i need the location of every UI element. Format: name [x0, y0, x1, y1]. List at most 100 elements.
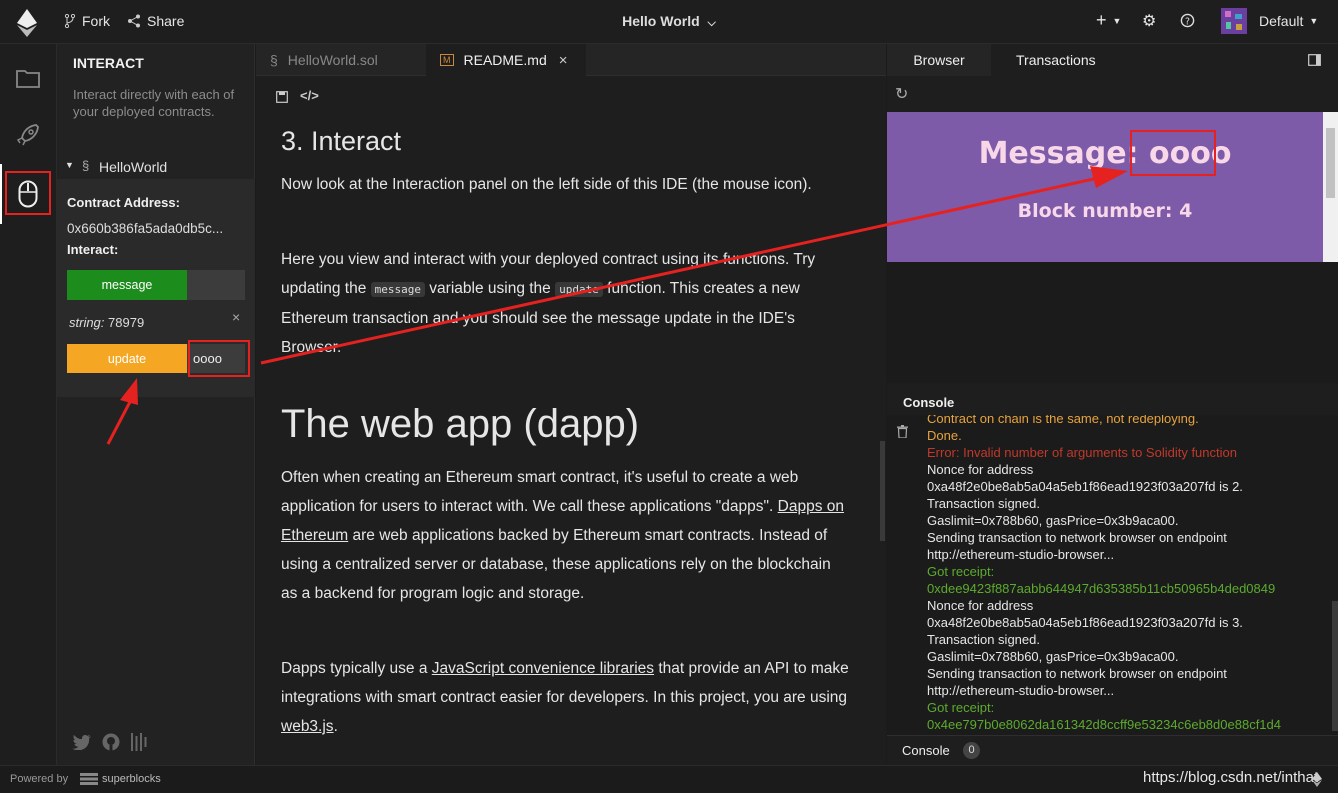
- tab-label: HelloWorld.sol: [287, 52, 378, 68]
- message-result: string: 78979: [69, 315, 144, 330]
- console-line: Contract on chain is the same, not redep…: [927, 415, 1199, 426]
- superblocks-logo-icon: [80, 773, 98, 785]
- text: .: [333, 718, 338, 735]
- help-button[interactable]: ?: [1180, 13, 1195, 28]
- console-line: Got receipt:: [927, 564, 995, 579]
- readme-preview: </> 3. Interact Now look at the Interact…: [256, 76, 886, 765]
- ethereum-status-icon: [1312, 772, 1322, 787]
- text: variable using the: [425, 280, 556, 297]
- paragraph: Here you view and interact with your dep…: [281, 245, 851, 362]
- link-web3js[interactable]: web3.js: [281, 718, 334, 735]
- console-footer: Console 0: [887, 735, 1338, 765]
- plus-icon: +: [1096, 10, 1107, 30]
- activity-bar: [0, 44, 57, 765]
- tab-transactions[interactable]: Transactions: [1016, 44, 1096, 76]
- console-count-badge: 0: [963, 742, 980, 759]
- tab-readme-md[interactable]: M README.md ×: [426, 44, 586, 76]
- link-javascript-libraries[interactable]: JavaScript convenience libraries: [432, 660, 654, 677]
- help-icon: ?: [1180, 13, 1195, 28]
- heading-web-app: The web app (dapp): [281, 402, 640, 446]
- editor-tabs: § HelloWorld.sol M README.md ×: [256, 44, 886, 76]
- scroll-thumb[interactable]: [1326, 128, 1335, 198]
- interact-panel: INTERACT Interact directly with each of …: [57, 44, 255, 765]
- browser-scrollbar[interactable]: [1323, 112, 1338, 262]
- console-line: Got receipt:: [927, 700, 995, 715]
- refresh-icon[interactable]: ↻: [895, 84, 908, 104]
- user-menu[interactable]: Default ▼: [1221, 8, 1318, 34]
- twitter-icon[interactable]: [72, 734, 91, 750]
- rocket-icon[interactable]: [16, 123, 40, 147]
- code-view-icon[interactable]: </>: [300, 88, 319, 103]
- console-title: Console: [903, 395, 955, 410]
- contract-name: HelloWorld: [99, 159, 168, 175]
- folder-icon[interactable]: [16, 68, 40, 88]
- highlight-box: [1130, 130, 1216, 176]
- inline-code: message: [370, 282, 425, 297]
- console-footer-label[interactable]: Console: [902, 743, 950, 758]
- console-line: Error: Invalid number of arguments to So…: [927, 445, 1237, 460]
- console-line: 0x4ee797b0e8062da161342d8ccff9e53234c6eb…: [927, 717, 1281, 732]
- interact-label: Interact:: [67, 242, 119, 257]
- console-line: Sending transaction to network browser o…: [927, 530, 1227, 545]
- console-line: Transaction signed.: [927, 496, 1040, 511]
- console-line: Transaction signed.: [927, 632, 1040, 647]
- contract-address: 0x660b386fa5ada0db5c...: [67, 221, 224, 236]
- editor-scrollbar[interactable]: [880, 441, 885, 541]
- settings-button[interactable]: ⚙: [1142, 11, 1156, 31]
- message-text: Message: oooo: [978, 136, 1232, 171]
- console-scrollbar[interactable]: [1332, 601, 1338, 731]
- result-value: 78979: [108, 315, 145, 330]
- highlight-box: [5, 171, 51, 215]
- avatar: [1221, 8, 1247, 34]
- close-icon[interactable]: ×: [232, 309, 240, 325]
- tab-label: README.md: [463, 52, 547, 68]
- watermark-text: https://blog.csdn.net/inthat: [1143, 769, 1319, 786]
- block-number-text: Block number: 4: [1017, 200, 1193, 222]
- paragraph-text: Now look at the Interaction panel on the…: [281, 176, 812, 193]
- caret-down-icon: ▼: [1112, 15, 1122, 26]
- right-panel-tabs: Browser Transactions: [887, 44, 1338, 76]
- chevron-down-icon: ⌵: [707, 17, 716, 29]
- contract-icon: §: [82, 158, 90, 173]
- panel-description: Interact directly with each of your depl…: [73, 87, 235, 119]
- console-line: Sending transaction to network browser o…: [927, 666, 1227, 681]
- update-button[interactable]: update: [67, 344, 187, 373]
- panel-toggle-icon[interactable]: [1308, 54, 1321, 66]
- console-line: 0xdee9423f887aabb644947d635385b11cb50965…: [927, 581, 1276, 596]
- highlight-box: [188, 340, 250, 377]
- contract-tree-item[interactable]: ▼ § HelloWorld: [57, 156, 255, 178]
- contract-interaction-box: Contract Address: 0x660b386fa5ada0db5c..…: [57, 179, 255, 397]
- message-button[interactable]: message: [67, 270, 187, 300]
- close-icon[interactable]: ×: [559, 52, 568, 69]
- project-title-dropdown[interactable]: Hello World ⌵: [0, 13, 1338, 30]
- trash-icon[interactable]: [897, 425, 908, 438]
- console-header: Console: [887, 383, 1338, 415]
- svg-text:?: ?: [1185, 16, 1190, 27]
- caret-down-icon: ▼: [65, 160, 74, 170]
- paragraph-text: Dapps typically use a JavaScript conveni…: [281, 654, 851, 741]
- save-icon[interactable]: [276, 91, 288, 103]
- paragraph: Dapps typically use a JavaScript conveni…: [281, 654, 851, 741]
- heading-interact: 3. Interact: [281, 126, 402, 156]
- browser-preview: Message: oooo Block number: 4: [887, 112, 1323, 262]
- browser-toolbar: ↻: [887, 76, 1338, 112]
- brand-name: superblocks: [102, 773, 161, 785]
- paragraph-text: Often when creating an Ethereum smart co…: [281, 463, 851, 608]
- user-name: Default: [1259, 13, 1304, 29]
- console-line: Gaslimit=0x788b60, gasPrice=0x3b9aca00.: [927, 513, 1179, 528]
- console-output: Contract on chain is the same, not redep…: [887, 415, 1338, 735]
- project-title: Hello World: [622, 13, 700, 29]
- tab-browser[interactable]: Browser: [887, 44, 991, 76]
- add-menu-button[interactable]: + ▼: [1096, 10, 1121, 31]
- github-icon[interactable]: [102, 733, 120, 751]
- paragraph: Often when creating an Ethereum smart co…: [281, 463, 851, 608]
- inline-code: update: [555, 282, 603, 297]
- top-bar: Fork Share Hello World ⌵ + ▼ ⚙ ? Default …: [0, 0, 1338, 44]
- text: are web applications backed by Ethereum …: [281, 527, 831, 602]
- active-indicator: [0, 164, 2, 224]
- address-label: Contract Address:: [67, 195, 180, 210]
- tab-hello-world-sol[interactable]: § HelloWorld.sol: [256, 44, 424, 76]
- solidity-file-icon: §: [270, 52, 278, 68]
- superblocks-icon[interactable]: [131, 733, 147, 751]
- console-line: Nonce for address: [927, 462, 1034, 477]
